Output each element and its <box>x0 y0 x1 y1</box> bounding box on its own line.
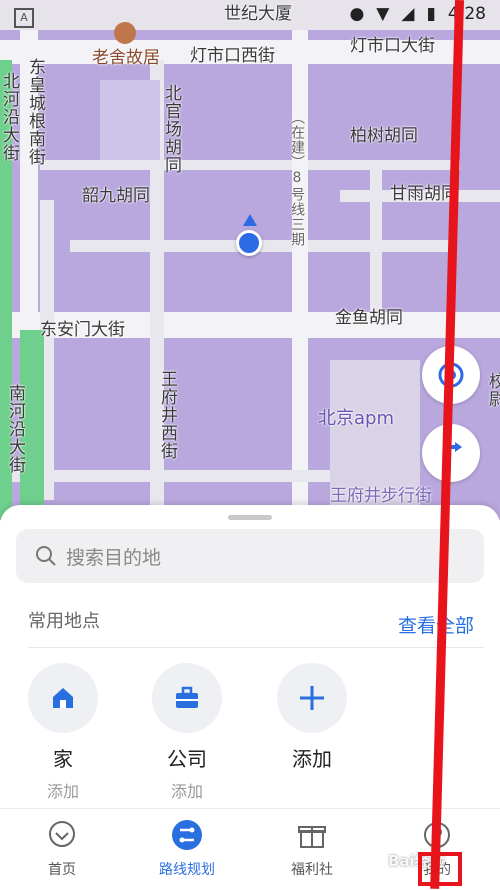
tab-welfare[interactable]: 福利社 <box>262 819 362 879</box>
tab-home[interactable]: 首页 <box>12 819 112 879</box>
map-label: 金鱼胡同 <box>335 308 403 328</box>
place-sub: 添加 <box>46 782 79 801</box>
place-name: 添加 <box>292 747 332 771</box>
road <box>370 160 382 320</box>
map-label: 北官场胡同 <box>161 84 181 174</box>
place-name: 家 <box>53 747 73 771</box>
map-label: 老舍故居 <box>92 48 160 68</box>
map-label: 甘雨胡同 <box>390 184 458 204</box>
map-label: 柏树胡同 <box>350 126 418 146</box>
road <box>292 0 308 520</box>
route-icon <box>171 819 203 851</box>
heading-arrow-icon <box>243 214 257 226</box>
plus-icon <box>300 686 324 710</box>
current-location-dot <box>236 230 262 256</box>
tab-label: 福利社 <box>291 862 333 878</box>
map-label: 北河沿大街 <box>0 72 19 162</box>
search-icon <box>36 546 56 566</box>
tab-label: 路线规划 <box>159 862 215 878</box>
signal-icon: ◢ <box>401 4 415 24</box>
road <box>40 160 460 170</box>
drag-handle[interactable] <box>228 515 272 520</box>
map-label: 灯市口大街 <box>350 36 435 56</box>
location-icon: ● <box>349 4 365 24</box>
status-bar: A ● ▼ ◢ ▮ 4:28 <box>0 0 500 34</box>
map-label: 韶九胡同 <box>82 186 150 206</box>
tab-route-planning[interactable]: 路线规划 <box>137 819 237 879</box>
place-sub: 添加 <box>170 782 203 801</box>
road <box>0 470 330 482</box>
place-home[interactable]: 家 添加 <box>8 663 118 802</box>
map-label: 北京apm <box>318 408 394 429</box>
tab-label: 首页 <box>48 862 76 878</box>
battery-icon: ▮ <box>426 4 436 24</box>
app-notification-icon: A <box>14 8 34 28</box>
home-icon <box>53 688 73 708</box>
frequent-places-title: 常用地点 <box>28 611 100 632</box>
place-name: 公司 <box>167 747 207 771</box>
briefcase-icon <box>176 686 198 708</box>
place-icon-circle <box>277 663 347 733</box>
place-icon-circle <box>28 663 98 733</box>
map-label: 王府井西街 <box>157 370 177 460</box>
divider <box>28 647 484 648</box>
map-view[interactable]: 世纪大厦 老舍故居 灯市口西街 灯市口大街 东皇城根南街 北河沿大街 北官场胡同… <box>0 0 500 520</box>
wifi-icon: ▼ <box>376 4 390 24</box>
search-placeholder: 搜索目的地 <box>66 546 162 569</box>
annotation-box <box>418 852 462 886</box>
building-block <box>100 80 160 160</box>
gift-icon <box>296 819 328 851</box>
map-label: 东安门大街 <box>40 320 125 340</box>
map-label: （在建）8号线三期 <box>289 110 305 247</box>
search-input[interactable]: 搜索目的地 <box>16 529 484 583</box>
map-label: 灯市口西街 <box>190 46 275 66</box>
place-company[interactable]: 公司 添加 <box>132 663 242 802</box>
place-icon-circle <box>152 663 222 733</box>
home-map-icon <box>46 819 78 851</box>
map-label: 东皇城根南街 <box>25 58 45 166</box>
place-add[interactable]: 添加 <box>257 663 367 772</box>
map-label: 王府井步行街 <box>330 486 432 506</box>
view-all-link[interactable]: 查看全部 <box>398 611 474 638</box>
map-label: 南河沿大街 <box>5 384 25 474</box>
map-label: 校尉 <box>485 372 500 408</box>
